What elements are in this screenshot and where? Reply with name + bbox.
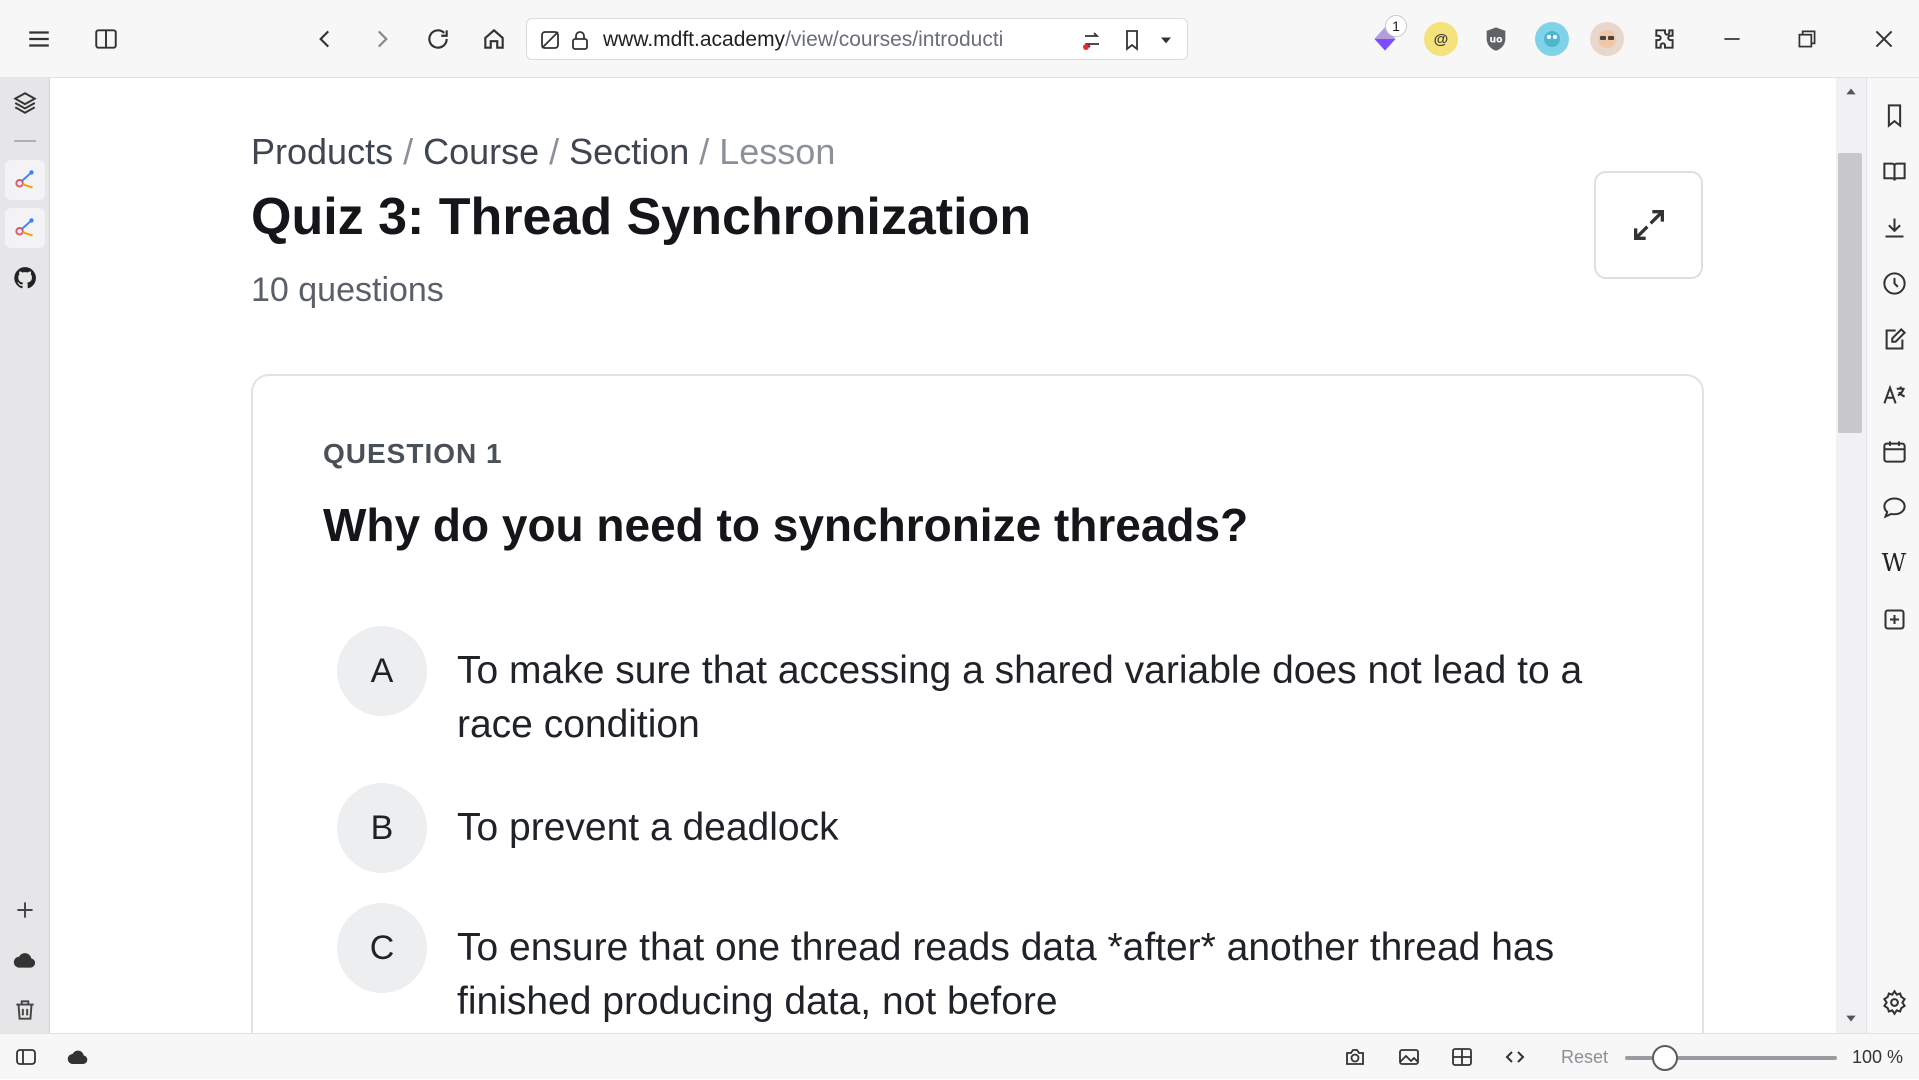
answer-option-a[interactable]: A To make sure that accessing a shared v… [337, 626, 1657, 746]
question-text: Why do you need to synchronize threads? [323, 499, 1249, 551]
layers-icon[interactable] [5, 83, 45, 123]
scroll-up-icon[interactable] [1841, 82, 1861, 102]
home-icon[interactable] [474, 19, 514, 59]
github-icon[interactable] [5, 258, 45, 298]
reload-icon[interactable] [418, 19, 458, 59]
answer-option-b[interactable]: B To prevent a deadlock [337, 783, 1657, 873]
add-panel-icon[interactable] [1874, 599, 1914, 639]
chat-icon[interactable] [1874, 487, 1914, 527]
left-panel-strip [0, 78, 50, 1033]
browser-toolbar: www.mdft.academy/view/courses/introducti… [0, 0, 1919, 78]
fullscreen-button[interactable] [1594, 171, 1703, 279]
right-panel-strip: W [1866, 78, 1919, 1033]
cloud-icon[interactable] [62, 1042, 94, 1072]
extension-badge: 1 [1385, 15, 1407, 37]
option-letter: C [337, 903, 427, 993]
tracking-off-icon[interactable] [537, 27, 563, 53]
extension-icon[interactable] [1590, 22, 1624, 56]
calendar-icon[interactable] [1874, 431, 1914, 471]
breadcrumb-section[interactable]: Section [569, 131, 689, 172]
wikipedia-icon[interactable]: W [1874, 543, 1914, 583]
web-panel-icon[interactable] [5, 208, 45, 248]
bookmark-icon[interactable] [1119, 27, 1145, 53]
scroll-down-icon[interactable] [1841, 1008, 1861, 1028]
breadcrumb-separator: / [549, 131, 560, 172]
breadcrumb-separator: / [403, 131, 414, 172]
bookmark-icon[interactable] [1874, 95, 1914, 135]
tile-icon[interactable] [1446, 1042, 1478, 1072]
add-icon[interactable] [5, 890, 45, 930]
back-icon[interactable] [305, 19, 345, 59]
zoom-slider-handle[interactable] [1652, 1045, 1678, 1071]
option-text: To make sure that accessing a shared var… [457, 649, 1583, 746]
status-bar: Reset 100 % [0, 1033, 1919, 1079]
web-panel-icon[interactable] [5, 160, 45, 200]
capture-icon[interactable] [1339, 1042, 1371, 1072]
lock-icon[interactable] [567, 27, 593, 53]
code-icon[interactable] [1499, 1042, 1531, 1072]
zoom-level: 100 % [1852, 1047, 1904, 1067]
breadcrumb: Products / Course / Section / Lesson [251, 131, 835, 173]
cloud-icon[interactable] [5, 940, 45, 980]
history-icon[interactable] [1874, 263, 1914, 303]
answer-option-c[interactable]: C To ensure that one thread reads data *… [337, 903, 1657, 1023]
breadcrumb-course[interactable]: Course [423, 131, 539, 172]
menu-icon[interactable] [19, 19, 59, 59]
image-icon[interactable] [1393, 1042, 1425, 1072]
shield-icon[interactable]: uo [1479, 22, 1513, 56]
url-path: /view/courses/introduction-to- [785, 28, 1003, 51]
option-letter: B [337, 783, 427, 873]
scrollbar-thumb[interactable] [1838, 153, 1862, 433]
reading-list-icon[interactable] [1874, 151, 1914, 191]
downloads-icon[interactable] [1874, 207, 1914, 247]
dropdown-icon[interactable] [1153, 27, 1179, 53]
panel-toggle-icon[interactable] [10, 1042, 42, 1072]
breadcrumb-products[interactable]: Products [251, 131, 393, 172]
minimize-icon[interactable] [1712, 19, 1752, 59]
question-card: QUESTION 1 Why do you need to synchroniz… [251, 374, 1704, 1033]
split-view-icon[interactable] [86, 19, 126, 59]
translate-icon[interactable] [1874, 375, 1914, 415]
divider [14, 140, 36, 142]
svg-text:uo: uo [1489, 35, 1502, 46]
zoom-reset-button[interactable]: Reset [1561, 1034, 1608, 1080]
puzzle-icon[interactable] [1645, 19, 1685, 59]
address-bar[interactable]: www.mdft.academy/view/courses/introducti… [526, 18, 1188, 60]
extension-icon[interactable] [1535, 22, 1569, 56]
forward-icon[interactable] [362, 19, 402, 59]
settings-icon[interactable] [1874, 982, 1914, 1022]
expand-icon [1633, 210, 1664, 240]
close-icon[interactable] [1864, 19, 1904, 59]
option-text: To prevent a deadlock [457, 806, 839, 849]
option-text: To ensure that one thread reads data *af… [457, 926, 1555, 1023]
question-count: 10 questions [251, 271, 444, 309]
option-letter: A [337, 626, 427, 716]
web-page: Products / Course / Section / Lesson Quiz 3: T… [51, 79, 1836, 1033]
url-text[interactable]: www.mdft.academy/view/courses/introducti… [603, 19, 1003, 61]
breadcrumb-separator: / [699, 131, 710, 172]
page-title: Quiz 3: Thread Synchronization [251, 188, 1032, 246]
url-host: www.mdft.academy [603, 28, 786, 51]
trash-icon[interactable] [5, 990, 45, 1030]
question-label: QUESTION 1 [323, 438, 503, 469]
extension-icon[interactable]: @ [1424, 22, 1458, 56]
restore-icon[interactable] [1787, 19, 1827, 59]
breadcrumb-lesson: Lesson [719, 131, 836, 172]
share-icon[interactable] [1079, 27, 1105, 53]
notes-icon[interactable] [1874, 319, 1914, 359]
